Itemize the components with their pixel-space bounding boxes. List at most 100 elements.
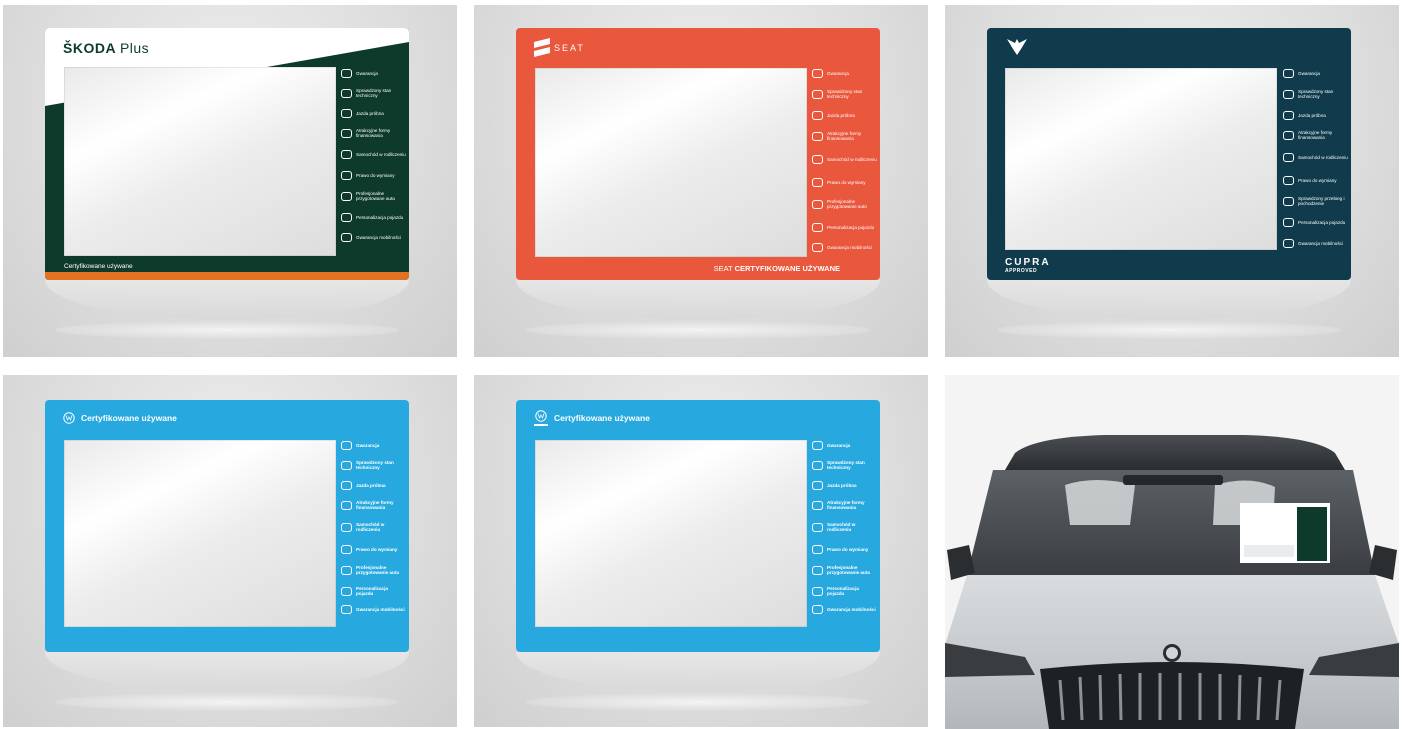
car-front-illustration	[945, 375, 1399, 729]
skoda-footer: Certyfikowane używane	[64, 263, 133, 270]
skoda-board: ŠKODA Plus Gwarancja Sprawdzony stan tec…	[45, 28, 409, 280]
feature-label: Gwarancja mobilności	[356, 607, 405, 612]
feature-label: Gwarancja mobilności	[356, 235, 401, 240]
feature-label: Gwarancja	[827, 71, 849, 76]
cupra-brand-text: CUPRA	[1005, 257, 1051, 268]
feature-item: Prawo do wymiany	[341, 171, 406, 180]
feature-label: Gwarancja mobilności	[1298, 241, 1343, 246]
feature-label: Atrakcyjne formy finansowania	[356, 500, 394, 510]
car-mobility-icon	[812, 243, 823, 252]
shield-icon	[1283, 69, 1294, 78]
exchange-arrows-icon	[812, 178, 823, 187]
vw-logo-icon	[63, 412, 75, 424]
feature-label: Samochód w rodliczeniu	[356, 152, 406, 157]
exchange-arrows-icon	[341, 545, 352, 554]
feature-label: Samochód w rodliczeniu	[827, 522, 856, 532]
car-mobility-icon	[1283, 239, 1294, 248]
feature-item: Atrakcyjne formy finansowania	[812, 500, 877, 510]
feature-label: Profesjonalne przygotowanie auto	[827, 199, 867, 209]
car-custom-icon	[812, 586, 823, 596]
feature-item: Gwarancja mobilności	[341, 605, 406, 614]
feature-item: Gwarancja	[812, 441, 877, 450]
skoda-car-photo	[945, 375, 1399, 729]
vw-logo-bar	[534, 424, 548, 426]
vw-window-1	[64, 440, 336, 627]
cupra-footer-logo: CUPRA APPROVED	[1005, 257, 1051, 275]
feature-label: Personalizacja pojazdu	[356, 215, 404, 220]
seat-logo: SEAT	[534, 38, 585, 58]
feature-item: Profesjonalne przygotowanie auta	[341, 565, 406, 575]
vw-title-1: Certyfikowane używane	[81, 413, 177, 423]
car-check-icon	[812, 89, 823, 99]
vw-board-1: Certyfikowane używane Gwarancja Sprawdzo…	[45, 400, 409, 652]
feature-label: Sprawdzony stan techniczny	[827, 89, 863, 99]
feature-label: Gwarancja	[827, 443, 851, 448]
exchange-arrows-icon	[1283, 176, 1294, 185]
car-custom-icon	[341, 213, 352, 222]
feature-label: Profesjonalne przygotowanie auta	[356, 565, 399, 575]
feature-label: Sprawdzony stan techniczny	[1298, 89, 1334, 99]
feature-item: Atrakcyjne formy finansowania	[341, 128, 406, 138]
skoda-display-tile: ŠKODA Plus Gwarancja Sprawdzony stan tec…	[3, 5, 457, 357]
feature-item: Sprawdzony stan techniczny	[341, 88, 406, 98]
display-stand	[45, 652, 409, 692]
feature-item: Prawo do wymiany	[1283, 176, 1348, 185]
feature-label: Samochód w rodliczeniu	[356, 522, 385, 532]
display-stand	[987, 280, 1351, 320]
feature-item: Atrakcyjne formy finansowania	[1283, 130, 1348, 140]
feature-label: Samochód w rodliczeniu	[827, 157, 877, 162]
cupra-window	[1005, 68, 1277, 250]
feature-item: Samochód w rodliczeniu	[812, 155, 877, 164]
seat-footer: SEAT CERTYFIKOWANE UŻYWANE	[714, 264, 840, 273]
seat-brand-text: SEAT	[554, 43, 585, 53]
feature-item: Samochód w rodliczeniu	[1283, 153, 1348, 162]
feature-label: Gwarancja	[356, 443, 380, 448]
car-check-icon	[341, 88, 352, 98]
cupra-board: Gwarancja Sprawdzony stan techniczny Jaz…	[987, 28, 1351, 280]
feature-item: Profesjonalne przygotowanie auto	[812, 199, 877, 209]
car-custom-icon	[341, 586, 352, 596]
shield-icon	[812, 69, 823, 78]
feature-label: Personalizacja pojazdu	[1298, 220, 1346, 225]
vw-window-2	[535, 440, 807, 627]
exchange-arrows-icon	[341, 171, 352, 180]
feature-label: Sprawdzony stan techniczny	[827, 460, 865, 470]
skoda-window	[64, 67, 336, 256]
feature-label: Atrakcyjne formy finansowania	[356, 128, 391, 138]
car-custom-icon	[812, 223, 823, 232]
feature-item: Sprawdzony stan techniczny	[1283, 89, 1348, 99]
feature-label: Gwarancja	[356, 71, 378, 76]
seat-display-tile: SEAT Gwarancja Sprawdzony stan techniczn…	[474, 5, 928, 357]
car-check-icon	[1283, 89, 1294, 99]
skoda-brand-text: ŠKODA	[63, 40, 116, 56]
feature-label: Prawo do wymiany	[827, 180, 866, 185]
feature-label: Atrakcyjne formy finansowania	[827, 500, 865, 510]
car-check-icon	[341, 460, 352, 470]
feature-item: Sprawdzony przebieg i pochodzenie	[1283, 196, 1348, 206]
cupra-display-tile: Gwarancja Sprawdzony stan techniczny Jaz…	[945, 5, 1399, 357]
stand-base	[997, 321, 1341, 339]
cupra-approved-text: APPROVED	[1005, 268, 1038, 274]
stand-base	[55, 321, 399, 339]
feature-label: Jazda próbna	[1298, 113, 1326, 118]
skoda-logo: ŠKODA Plus	[63, 40, 149, 56]
coin-icon	[812, 131, 823, 141]
feature-item: Sprawdzony stan techniczny	[812, 460, 877, 470]
feature-item: Profesjonalne przygotowanie auta	[812, 565, 877, 575]
feature-item: Jazda próbna	[341, 109, 406, 118]
stand-base	[526, 693, 870, 711]
feature-label: Atrakcyjne formy finansowania	[1298, 130, 1333, 140]
document-icon	[812, 199, 823, 209]
feature-label: Personalizacja pojazdu	[827, 586, 859, 596]
exchange-arrows-icon	[812, 545, 823, 554]
feature-item: Prawo do wymiany	[812, 178, 877, 187]
vw-header-1: Certyfikowane używane	[63, 412, 177, 424]
feature-item: Sprawdzony stan techniczny	[341, 460, 406, 470]
car-mobility-icon	[812, 605, 823, 614]
feature-label: Sprawdzony stan techniczny	[356, 460, 394, 470]
vw-header-2: Certyfikowane używane	[534, 410, 650, 426]
document-icon	[812, 565, 823, 575]
document-icon	[1283, 196, 1294, 206]
document-icon	[341, 565, 352, 575]
vw-display-tile-1: Certyfikowane używane Gwarancja Sprawdzo…	[3, 375, 457, 727]
